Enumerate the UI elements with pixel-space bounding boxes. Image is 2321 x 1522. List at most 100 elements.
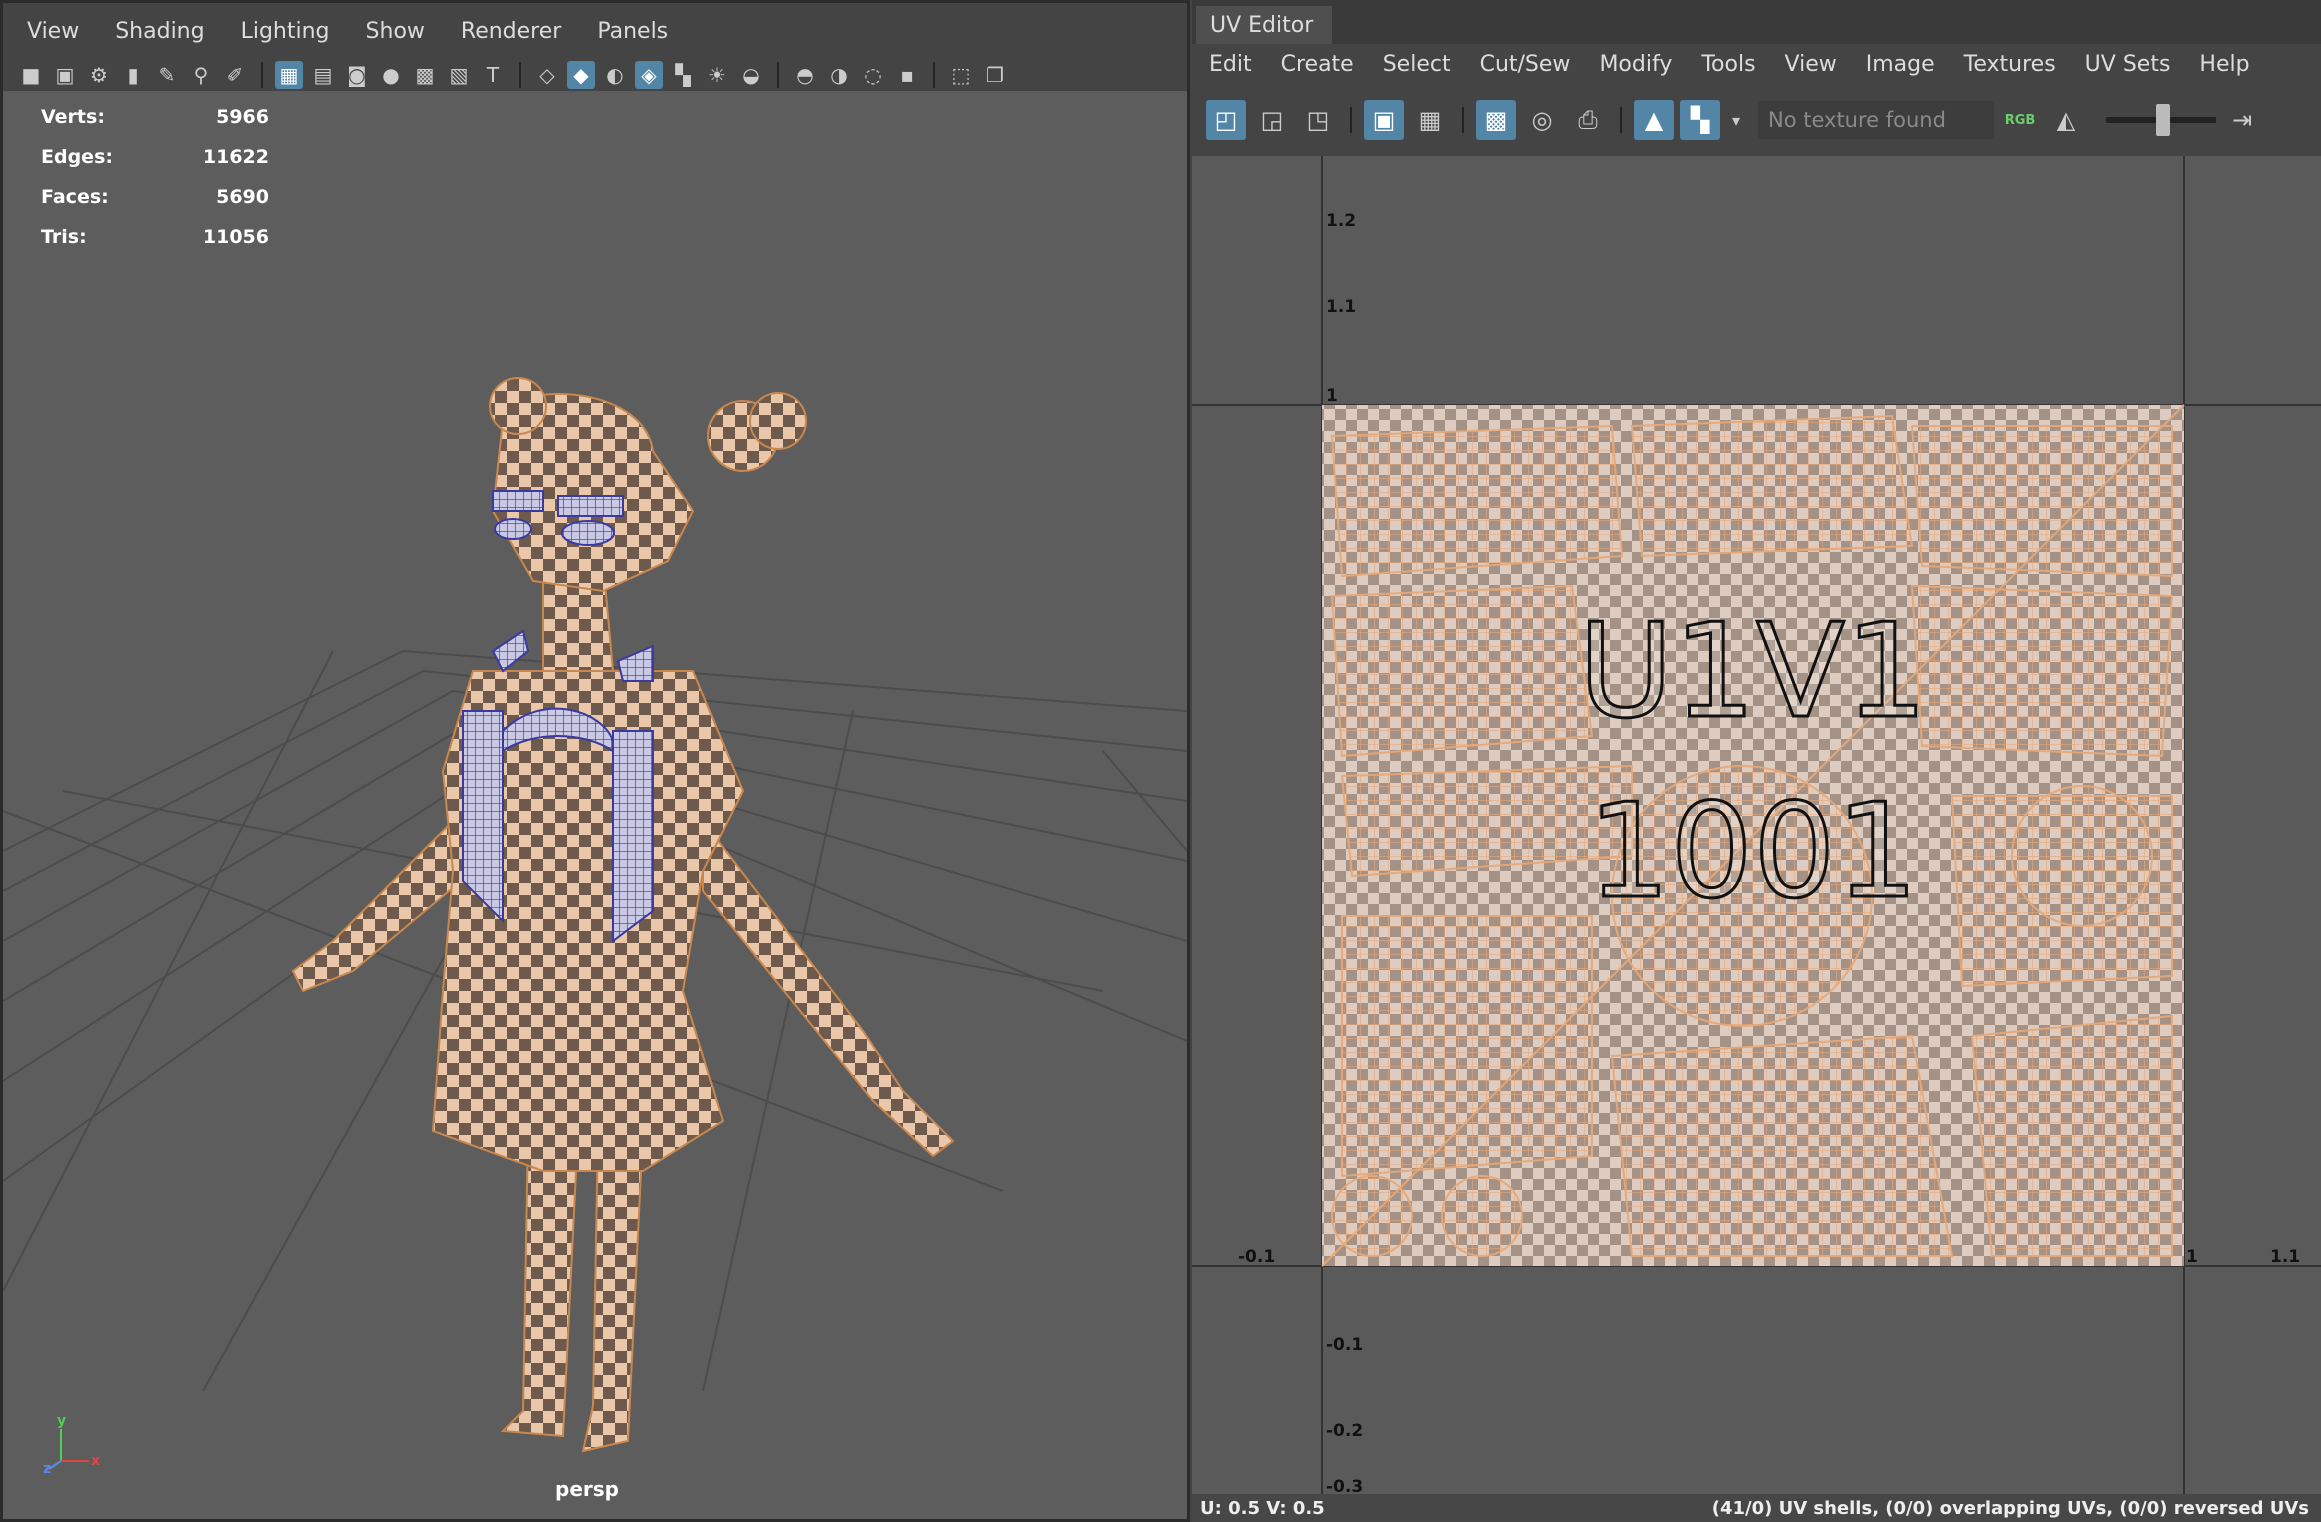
viewport-menubar: View Shading Lighting Show Renderer Pane… xyxy=(3,3,1187,59)
scene-canvas xyxy=(3,377,1187,1453)
depth-of-field-icon[interactable]: ▪ xyxy=(893,61,921,89)
chevron-down-icon[interactable]: ▾ xyxy=(1726,100,1746,140)
expand-icon[interactable]: ⇥ xyxy=(2222,100,2262,140)
camera-attributes-icon[interactable]: ▣ xyxy=(51,61,79,89)
separator xyxy=(519,62,521,88)
shaded-icon[interactable]: ◆ xyxy=(567,61,595,89)
uv-canvas[interactable]: U1V1 1001 1.2 1.1 1 -0.1 -0.2 -0.3 -0.1 … xyxy=(1192,156,2321,1494)
v-label-1-1: 1.1 xyxy=(1326,297,1356,317)
uv-center-icon[interactable]: ◎ xyxy=(1522,100,1562,140)
image-display-icon[interactable]: ▲ xyxy=(1634,100,1674,140)
textured-icon[interactable]: ◈ xyxy=(635,61,663,89)
light-icon[interactable]: ☀ xyxy=(703,61,731,89)
camera-move-icon[interactable]: ⚙ xyxy=(85,61,113,89)
perspective-viewport[interactable]: Verts: 5966 Edges: 11622 Faces: 5690 Tri… xyxy=(3,91,1187,1519)
camera-label: persp xyxy=(555,1477,619,1501)
uv-coordinates: U: 0.5 V: 0.5 xyxy=(1200,1498,1325,1519)
v-label-1-2: 1.2 xyxy=(1326,211,1356,231)
grease-pencil-icon[interactable]: ✐ xyxy=(221,61,249,89)
character-mesh xyxy=(291,377,955,1453)
axis-x-label: x xyxy=(91,1453,100,1469)
exposure-slider[interactable] xyxy=(2106,104,2216,136)
field-chart-icon[interactable]: ▩ xyxy=(411,61,439,89)
uv-canvas-graphics: U1V1 1001 1.2 1.1 1 -0.1 -0.2 -0.3 -0.1 … xyxy=(1192,156,2321,1494)
separator xyxy=(1620,107,1622,133)
tile-label-uv: U1V1 xyxy=(1578,595,1928,747)
menu-panels[interactable]: Panels xyxy=(597,19,668,44)
resolution-gate-icon[interactable]: ◙ xyxy=(343,61,371,89)
uv-texel-icon[interactable]: ◳ xyxy=(1298,100,1338,140)
snapshot-icon[interactable]: ⎙ xyxy=(1568,100,1608,140)
isolate-select-icon[interactable]: ⬚ xyxy=(947,61,975,89)
checker-icon[interactable]: ▚ xyxy=(669,61,697,89)
motion-blur-icon[interactable]: ◑ xyxy=(825,61,853,89)
axis-gizmo: y x z xyxy=(43,1413,103,1479)
menu-view[interactable]: View xyxy=(1785,52,1837,77)
menu-renderer[interactable]: Renderer xyxy=(461,19,561,44)
uv-editor-menubar: Edit Create Select Cut/Sew Modify Tools … xyxy=(1192,44,2321,84)
grid-icon[interactable]: ▦ xyxy=(275,61,303,89)
uv-shell-stats: (41/0) UV shells, (0/0) overlapping UVs,… xyxy=(1711,1498,2309,1519)
axis-gizmo-lines: y x z xyxy=(43,1413,100,1477)
v-label-neg-0-2: -0.2 xyxy=(1326,1421,1363,1441)
menu-tools[interactable]: Tools xyxy=(1701,52,1755,77)
uv-shell-select-icon[interactable]: ◰ xyxy=(1206,100,1246,140)
slider-knob[interactable] xyxy=(2155,104,2170,136)
ambient-occlusion-icon[interactable]: ◓ xyxy=(791,61,819,89)
xray-icon[interactable]: ❐ xyxy=(981,61,1009,89)
menu-cut-sew[interactable]: Cut/Sew xyxy=(1480,52,1571,77)
menu-edit[interactable]: Edit xyxy=(1209,52,1252,77)
hud-row-tris: Tris: 11056 xyxy=(41,217,269,257)
hud-row-edges: Edges: 11622 xyxy=(41,137,269,177)
bookmark-icon[interactable]: ▮ xyxy=(119,61,147,89)
wireframe-icon[interactable]: ◇ xyxy=(533,61,561,89)
viewport-panel: View Shading Lighting Show Renderer Pane… xyxy=(0,0,1190,1522)
checker-tiles-icon[interactable]: ▚ xyxy=(1680,100,1720,140)
menu-view[interactable]: View xyxy=(27,19,79,44)
v-label-1: 1 xyxy=(1326,386,1338,406)
hud-row-verts: Verts: 5966 xyxy=(41,97,269,137)
rgb-channel-icon[interactable]: RGB xyxy=(2000,100,2040,140)
hud-value: 5690 xyxy=(216,186,269,208)
menu-shading[interactable]: Shading xyxy=(115,19,204,44)
uv-grid-icon[interactable]: ▦ xyxy=(1410,100,1450,140)
uv-editor-tab[interactable]: UV Editor xyxy=(1196,6,1332,44)
menu-image[interactable]: Image xyxy=(1866,52,1935,77)
safe-action-icon[interactable]: ▧ xyxy=(445,61,473,89)
menu-uv-sets[interactable]: UV Sets xyxy=(2085,52,2171,77)
v-label-neg-0-3: -0.3 xyxy=(1326,1477,1363,1494)
uv-status-bar: U: 0.5 V: 0.5 (41/0) UV shells, (0/0) ov… xyxy=(1192,1494,2321,1522)
wireframe-on-shaded-icon[interactable]: ◐ xyxy=(601,61,629,89)
axis-z-label: z xyxy=(43,1461,51,1475)
image-plane-icon[interactable]: ✎ xyxy=(153,61,181,89)
menu-modify[interactable]: Modify xyxy=(1599,52,1672,77)
uv-distortion-icon[interactable]: ◲ xyxy=(1252,100,1292,140)
hud-label: Verts: xyxy=(41,106,105,128)
pixel-snap-icon[interactable]: ▩ xyxy=(1476,100,1516,140)
shadows-icon[interactable]: ◒ xyxy=(737,61,765,89)
tile-label-udim: 1001 xyxy=(1588,775,1919,927)
u-label-neg-0-1: -0.1 xyxy=(1238,1247,1275,1267)
camera-icon[interactable]: ■ xyxy=(17,61,45,89)
texture-field[interactable]: No texture found xyxy=(1758,101,1994,139)
separator xyxy=(1350,107,1352,133)
separator xyxy=(1462,107,1464,133)
safe-title-icon[interactable]: T xyxy=(479,61,507,89)
film-gate-icon[interactable]: ▤ xyxy=(309,61,337,89)
separator xyxy=(777,62,779,88)
poly-count-hud: Verts: 5966 Edges: 11622 Faces: 5690 Tri… xyxy=(41,97,269,257)
viewport-toolbar: ■ ▣ ⚙ ▮ ✎ ⚲ ✐ ▦ ▤ ◙ ● ▩ ▧ T ◇ ◆ ◐ ◈ ▚ ☀ … xyxy=(3,59,1187,91)
hud-label: Tris: xyxy=(41,226,87,248)
anti-alias-icon[interactable]: ◌ xyxy=(859,61,887,89)
menu-help[interactable]: Help xyxy=(2199,52,2249,77)
alpha-channel-icon[interactable]: ◭ xyxy=(2046,100,2086,140)
menu-textures[interactable]: Textures xyxy=(1964,52,2056,77)
menu-create[interactable]: Create xyxy=(1281,52,1354,77)
zoom-icon[interactable]: ⚲ xyxy=(187,61,215,89)
uv-display-icon[interactable]: ▣ xyxy=(1364,100,1404,140)
hud-value: 5966 xyxy=(216,106,269,128)
menu-lighting[interactable]: Lighting xyxy=(241,19,330,44)
menu-select[interactable]: Select xyxy=(1383,52,1451,77)
menu-show[interactable]: Show xyxy=(366,19,425,44)
gate-mask-icon[interactable]: ● xyxy=(377,61,405,89)
